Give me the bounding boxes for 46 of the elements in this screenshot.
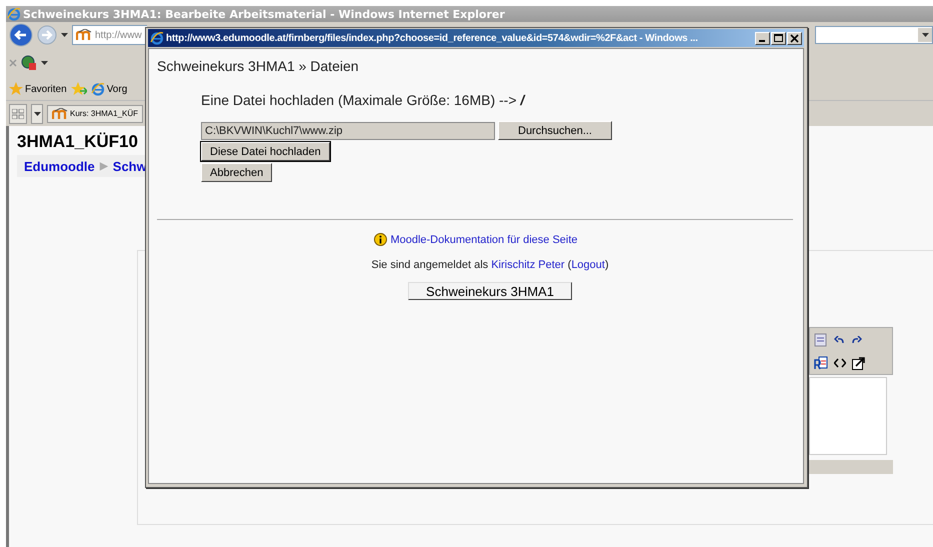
grid-icon [12, 108, 24, 118]
fullscreen-icon[interactable] [852, 356, 866, 370]
browser-tab[interactable]: Kurs: 3HMA1_KÜF [47, 104, 144, 122]
moodle-logo-icon [52, 108, 68, 120]
dropdown-caret-icon[interactable] [922, 33, 928, 37]
logout-link[interactable]: Logout [571, 259, 605, 271]
undo-icon[interactable] [834, 336, 845, 344]
history-dropdown-icon[interactable] [61, 33, 68, 37]
page-breadcrumb: Schweinekurs 3HMA1 » Dateien [157, 58, 360, 74]
address-bar[interactable]: http://www [72, 25, 147, 45]
cancel-button[interactable]: Abbrechen [201, 163, 272, 182]
star-icon [9, 82, 23, 96]
course-heading: 3HMA1_KÜF10 [17, 132, 138, 152]
maximize-button[interactable] [771, 32, 786, 44]
paste-text-icon[interactable] [814, 356, 828, 370]
ie-logo-icon [90, 82, 105, 96]
favorite-link[interactable]: Vorg [90, 82, 128, 96]
tab-list-button[interactable] [31, 104, 43, 124]
course-button[interactable]: Schweinekurs 3HMA1 [408, 282, 572, 300]
ie-logo-icon [7, 7, 21, 21]
breadcrumb-link[interactable]: Schw [112, 158, 147, 174]
login-info: Sie sind angemeldet als Kirischitz Peter (Logout) [371, 259, 609, 271]
breadcrumb-separator: ▶ [100, 160, 108, 172]
info-icon [374, 233, 388, 246]
minimize-button[interactable] [755, 32, 770, 44]
popup-title: http://www3.edumoodle.at/firnberg/files/index.php?choose=id_reference_value&id=574&wdir=%2F&act - Windows ... [166, 32, 698, 44]
docs-link[interactable]: Moodle-Dokumentation für diese Seite [390, 234, 578, 246]
redo-icon[interactable] [851, 336, 862, 344]
back-button[interactable] [9, 23, 33, 47]
tools-dropdown-icon[interactable] [41, 61, 48, 65]
upload-heading: Eine Datei hochladen (Maximale Größe: 16MB) --> / [201, 92, 526, 108]
close-button[interactable] [787, 32, 802, 44]
address-text: http://www [95, 30, 142, 40]
moodle-logo-icon [76, 29, 92, 41]
breadcrumb-link[interactable]: Edumoodle [24, 158, 95, 174]
user-link[interactable]: Kirischitz Peter [491, 259, 565, 271]
caret-icon[interactable] [34, 112, 40, 116]
browse-button[interactable]: Durchsuchen... [498, 121, 612, 140]
favorites-button[interactable]: Favoriten [9, 82, 67, 96]
code-icon[interactable] [834, 358, 846, 368]
ie-logo-icon [150, 31, 164, 45]
file-path-field[interactable]: C:\BKVWIN\Kuchl7\www.zip [201, 122, 495, 140]
paste-word-icon[interactable] [814, 332, 828, 346]
upload-button[interactable]: Diese Datei hochladen [201, 142, 330, 161]
browser-title: Schweinekurs 3HMA1: Bearbeite Arbeitsmaterial - Windows Internet Explorer [23, 8, 505, 20]
globe-icon[interactable] [21, 55, 37, 71]
